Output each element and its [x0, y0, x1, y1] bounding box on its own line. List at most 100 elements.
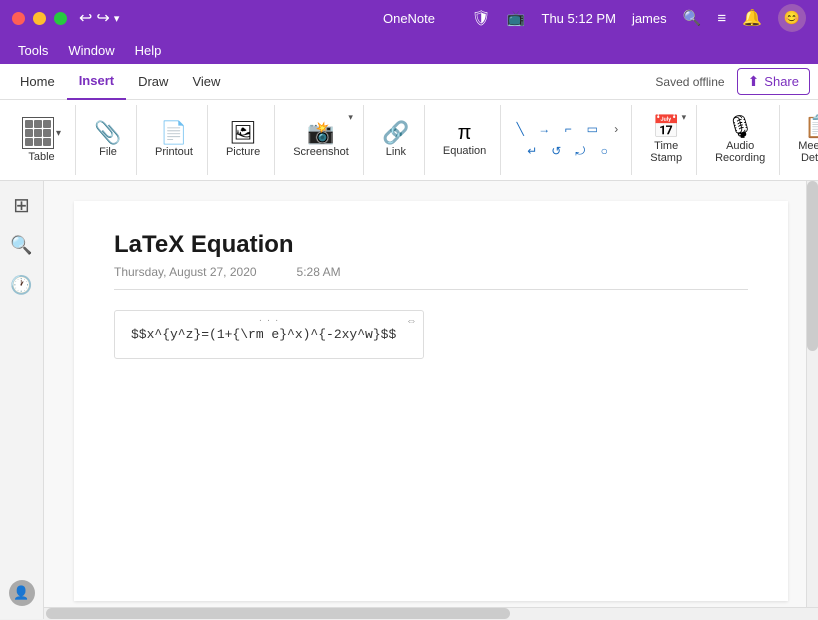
sidebar-icon-sections[interactable]: ⊞: [6, 189, 38, 221]
equation-block[interactable]: · · · ⇔ $$x^{y^z}=(1+{\rm e}^x)^{-2xy^w}…: [114, 310, 424, 359]
table-group: ▾ Table: [8, 105, 76, 175]
menu-window[interactable]: Window: [58, 36, 124, 64]
save-status: Saved offline: [655, 75, 724, 89]
audio-group: 🎙 AudioRecording: [701, 105, 780, 175]
horizontal-scrollbar[interactable]: [44, 607, 818, 619]
cast-icon: 📺: [507, 9, 526, 27]
close-button[interactable]: [12, 12, 25, 25]
curved-arrow-tool[interactable]: ↺: [545, 140, 567, 162]
audio-button[interactable]: 🎙 AudioRecording: [709, 110, 771, 170]
system-time: Thu 5:12 PM: [542, 11, 616, 26]
file-icon: 📎: [94, 122, 121, 144]
screenshot-button[interactable]: 📸 Screenshot ▾: [287, 110, 355, 170]
ribbon-tab-bar: Home Insert Draw View Saved offline ⬆ Sh…: [0, 64, 818, 100]
share-icon: ⬆: [748, 73, 760, 90]
timestamp-label: TimeStamp: [650, 140, 682, 164]
file-button[interactable]: 📎 File: [88, 110, 128, 170]
table-icon: [22, 117, 54, 149]
ribbon: Home Insert Draw View Saved offline ⬆ Sh…: [0, 64, 818, 181]
screenshot-icon: 📸: [307, 122, 334, 144]
menu-tools[interactable]: Tools: [8, 36, 58, 64]
equation-icon: π: [458, 123, 472, 143]
page-date: Thursday, August 27, 2020: [114, 265, 257, 279]
sidebar-icon-recent[interactable]: 🕐: [6, 269, 38, 301]
meeting-button[interactable]: 📋 MeetingDetails: [792, 110, 818, 170]
vertical-scrollbar[interactable]: [806, 181, 818, 607]
ribbon-tabs-group: Home Insert Draw View: [8, 64, 232, 100]
link-icon: 🔗: [382, 122, 409, 144]
picture-button[interactable]: 🖼 Picture: [220, 110, 266, 170]
link-button[interactable]: 🔗 Link: [376, 110, 416, 170]
search-icon[interactable]: 🔍: [683, 9, 702, 27]
page-container: LaTeX Equation Thursday, August 27, 2020…: [74, 201, 788, 601]
share-button[interactable]: ⬆ Share: [737, 68, 810, 95]
quick-access-button[interactable]: ▾: [114, 12, 120, 25]
picture-icon: 🖼: [229, 122, 257, 144]
screenshot-label: Screenshot: [293, 146, 349, 158]
share-label: Share: [764, 74, 799, 89]
menu-bar: Tools Window Help: [0, 36, 818, 64]
maximize-button[interactable]: [54, 12, 67, 25]
equation-content: $$x^{y^z}=(1+{\rm e}^x)^{-2xy^w}$$: [131, 327, 407, 342]
undo-redo-group: ↩ ↪ ▾: [79, 8, 119, 28]
link-label: Link: [386, 146, 406, 158]
tab-view[interactable]: View: [180, 64, 232, 100]
printout-label: Printout: [155, 146, 193, 158]
sidebar-icon-search[interactable]: 🔍: [6, 229, 38, 261]
sidebar: ⊞ 🔍 🕐 👤: [0, 181, 44, 619]
user-name: james: [632, 11, 667, 26]
ribbon-content: ▾ Table 📎 File 📄 Printout 🖼 Picture: [0, 100, 818, 180]
menu-help[interactable]: Help: [125, 36, 172, 64]
corner-arrow-tool[interactable]: ⌐: [557, 118, 579, 140]
timestamp-dropdown-icon: ▾: [682, 112, 687, 123]
arrow-tool[interactable]: →: [533, 118, 555, 140]
ellipse-tool[interactable]: ○: [593, 140, 615, 162]
equation-group: π Equation: [429, 105, 501, 175]
bell-icon[interactable]: 🔔: [742, 8, 762, 28]
rectangle-tool[interactable]: ▭: [581, 118, 603, 140]
equation-resize-handle[interactable]: ⇔: [406, 315, 417, 327]
page-title: LaTeX Equation: [114, 231, 748, 259]
app-title: OneNote: [383, 11, 435, 26]
ribbon-right-actions: Saved offline ⬆ Share: [655, 68, 810, 95]
screenshot-group: 📸 Screenshot ▾: [279, 105, 364, 175]
meeting-label: MeetingDetails: [798, 140, 818, 164]
page-time: 5:28 AM: [297, 265, 341, 279]
tab-home[interactable]: Home: [8, 64, 67, 100]
main-area: ⊞ 🔍 🕐 👤 LaTeX Equation Thursday, August …: [0, 181, 818, 619]
meeting-icon: 📋: [804, 116, 818, 138]
audio-icon: 🎙: [726, 116, 754, 138]
table-label: Table: [28, 151, 54, 163]
scrollbar-thumb[interactable]: [46, 608, 510, 619]
menu-icon[interactable]: ≡: [717, 10, 726, 27]
return-arrow-tool[interactable]: ↵: [521, 140, 543, 162]
picture-label: Picture: [226, 146, 260, 158]
file-label: File: [99, 146, 117, 158]
user-avatar[interactable]: 😊: [778, 4, 806, 32]
table-dropdown-icon: ▾: [56, 128, 61, 139]
more-shapes-button[interactable]: ›: [605, 118, 627, 140]
shield-icon: 🛡: [472, 9, 491, 27]
line-tool[interactable]: ╲: [509, 118, 531, 140]
tab-insert[interactable]: Insert: [67, 64, 126, 100]
title-bar: ↩ ↪ ▾ OneNote 🛡 📺 Thu 5:12 PM james 🔍 ≡ …: [0, 0, 818, 36]
picture-group: 🖼 Picture: [212, 105, 275, 175]
page-meta: Thursday, August 27, 2020 5:28 AM: [114, 265, 748, 290]
content-area: LaTeX Equation Thursday, August 27, 2020…: [44, 181, 818, 619]
minimize-button[interactable]: [33, 12, 46, 25]
printout-button[interactable]: 📄 Printout: [149, 110, 199, 170]
loop-arrow-tool[interactable]: ⤾: [569, 140, 591, 162]
equation-button[interactable]: π Equation: [437, 110, 492, 170]
table-button[interactable]: ▾ Table: [16, 113, 67, 167]
tab-draw[interactable]: Draw: [126, 64, 180, 100]
undo-button[interactable]: ↩: [79, 8, 92, 28]
equation-handle: · · ·: [259, 315, 280, 326]
redo-button[interactable]: ↪: [96, 8, 109, 28]
vertical-scrollbar-thumb[interactable]: [807, 181, 818, 351]
printout-group: 📄 Printout: [141, 105, 208, 175]
shapes-group: ╲ → ⌐ ▭ › ↵ ↺ ⤾ ○: [505, 105, 632, 175]
traffic-lights: [12, 12, 67, 25]
sidebar-icon-account[interactable]: 👤: [6, 577, 38, 609]
printout-icon: 📄: [160, 122, 187, 144]
timestamp-button[interactable]: 📅 TimeStamp ▾: [644, 110, 688, 170]
